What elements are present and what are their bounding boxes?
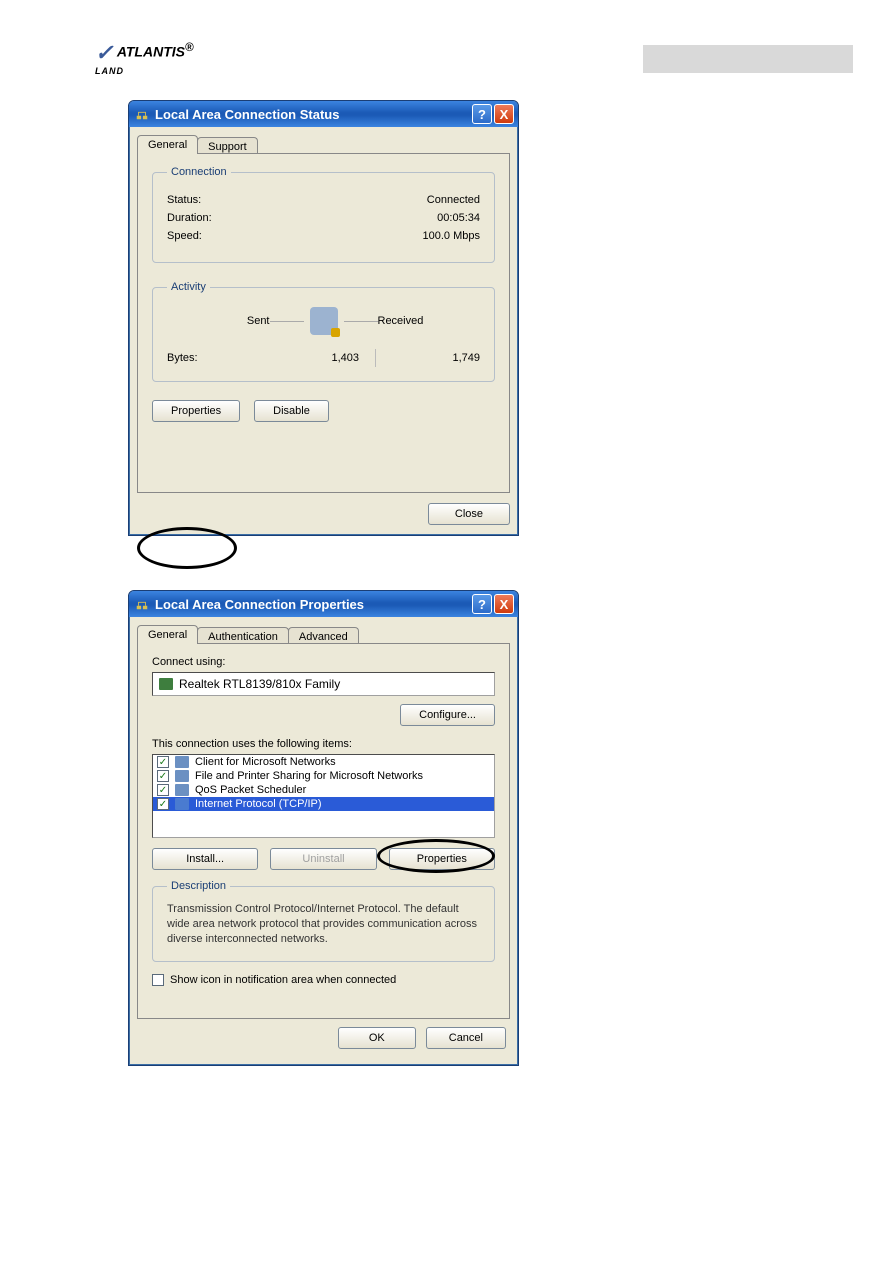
activity-icon bbox=[310, 307, 338, 335]
tab-general[interactable]: General bbox=[137, 625, 198, 644]
status-label: Status: bbox=[167, 194, 201, 206]
items-label: This connection uses the following items… bbox=[152, 738, 495, 750]
show-icon-label: Show icon in notification area when conn… bbox=[170, 974, 396, 986]
sent-value: 1,403 bbox=[271, 352, 375, 364]
page-header: ✓ ATLANTIS® LAND bbox=[0, 40, 893, 90]
close-button[interactable]: X bbox=[494, 594, 514, 614]
file-printer-icon bbox=[175, 770, 189, 782]
activity-group: Activity Sent Received Bytes: 1,403 1,74… bbox=[152, 281, 495, 382]
brand-name: ATLANTIS bbox=[117, 44, 185, 60]
sent-label: Sent bbox=[167, 315, 270, 327]
item-properties-button[interactable]: Properties bbox=[389, 848, 495, 870]
connect-using-label: Connect using: bbox=[152, 656, 495, 668]
status-tabpanel: Connection Status: Connected Duration: 00:… bbox=[137, 153, 510, 493]
description-legend: Description bbox=[167, 880, 230, 892]
status-action-row: Properties Disable bbox=[152, 400, 495, 422]
received-label: Received bbox=[378, 315, 481, 327]
connection-group: Connection Status: Connected Duration: 00:… bbox=[152, 166, 495, 263]
properties-footer: OK Cancel bbox=[137, 1027, 506, 1049]
brand-subtitle: LAND bbox=[95, 66, 194, 76]
adapter-name: Realtek RTL8139/810x Family bbox=[179, 677, 340, 691]
connection-legend: Connection bbox=[167, 166, 231, 178]
item-label: Client for Microsoft Networks bbox=[195, 756, 336, 768]
brand-logo: ✓ ATLANTIS® LAND bbox=[95, 40, 194, 76]
list-item[interactable]: ✓ Internet Protocol (TCP/IP) bbox=[153, 797, 494, 811]
checkbox-icon[interactable]: ✓ bbox=[157, 770, 169, 782]
properties-tabs: General Authentication Advanced bbox=[137, 625, 510, 644]
show-icon-row[interactable]: ✓ Show icon in notification area when co… bbox=[152, 974, 495, 986]
properties-titlebar[interactable]: Local Area Connection Properties ? X bbox=[129, 591, 518, 617]
item-label: Internet Protocol (TCP/IP) bbox=[195, 798, 322, 810]
disable-button[interactable]: Disable bbox=[254, 400, 329, 422]
speed-value: 100.0 Mbps bbox=[423, 230, 480, 242]
list-item[interactable]: ✓ File and Printer Sharing for Microsoft… bbox=[153, 769, 494, 783]
help-button[interactable]: ? bbox=[472, 104, 492, 124]
properties-dialog: Local Area Connection Properties ? X Gen… bbox=[128, 590, 519, 1066]
tcpip-icon bbox=[175, 798, 189, 810]
properties-title: Local Area Connection Properties bbox=[155, 597, 470, 612]
checkbox-icon[interactable]: ✓ bbox=[157, 756, 169, 768]
cancel-button[interactable]: Cancel bbox=[426, 1027, 506, 1049]
help-button[interactable]: ? bbox=[472, 594, 492, 614]
connection-icon bbox=[135, 597, 149, 611]
logo-mark-icon: ✓ bbox=[95, 40, 113, 65]
configure-button[interactable]: Configure... bbox=[400, 704, 495, 726]
properties-button[interactable]: Properties bbox=[152, 400, 240, 422]
activity-legend: Activity bbox=[167, 281, 210, 293]
item-label: QoS Packet Scheduler bbox=[195, 784, 306, 796]
list-item[interactable]: ✓ QoS Packet Scheduler bbox=[153, 783, 494, 797]
uninstall-button: Uninstall bbox=[270, 848, 376, 870]
status-title: Local Area Connection Status bbox=[155, 107, 470, 122]
close-dialog-button[interactable]: Close bbox=[428, 503, 510, 525]
nic-icon bbox=[159, 678, 173, 690]
speed-label: Speed: bbox=[167, 230, 202, 242]
list-item[interactable]: ✓ Client for Microsoft Networks bbox=[153, 755, 494, 769]
status-tabs: General Support bbox=[137, 135, 510, 154]
client-icon bbox=[175, 756, 189, 768]
checkbox-icon[interactable]: ✓ bbox=[157, 798, 169, 810]
adapter-field: Realtek RTL8139/810x Family bbox=[152, 672, 495, 696]
tab-general[interactable]: General bbox=[137, 135, 198, 154]
item-action-row: Install... Uninstall Properties bbox=[152, 848, 495, 870]
bytes-label: Bytes: bbox=[167, 352, 271, 364]
received-value: 1,749 bbox=[376, 352, 480, 364]
status-value: Connected bbox=[427, 194, 480, 206]
properties-tabpanel: Connect using: Realtek RTL8139/810x Fami… bbox=[137, 643, 510, 1019]
connection-items-list[interactable]: ✓ Client for Microsoft Networks ✓ File a… bbox=[152, 754, 495, 838]
close-button[interactable]: X bbox=[494, 104, 514, 124]
ok-button[interactable]: OK bbox=[338, 1027, 416, 1049]
install-button[interactable]: Install... bbox=[152, 848, 258, 870]
activity-dash-right bbox=[344, 321, 378, 322]
item-label: File and Printer Sharing for Microsoft N… bbox=[195, 770, 423, 782]
duration-label: Duration: bbox=[167, 212, 212, 224]
status-titlebar[interactable]: Local Area Connection Status ? X bbox=[129, 101, 518, 127]
qos-icon bbox=[175, 784, 189, 796]
duration-value: 00:05:34 bbox=[437, 212, 480, 224]
checkbox-icon[interactable]: ✓ bbox=[157, 784, 169, 796]
activity-dash-left bbox=[270, 321, 304, 322]
status-dialog: Local Area Connection Status ? X General… bbox=[128, 100, 519, 536]
header-bar bbox=[643, 45, 853, 73]
description-group: Description Transmission Control Protoco… bbox=[152, 880, 495, 962]
connection-icon bbox=[135, 107, 149, 121]
description-text: Transmission Control Protocol/Internet P… bbox=[167, 902, 480, 947]
checkbox-icon[interactable]: ✓ bbox=[152, 974, 164, 986]
